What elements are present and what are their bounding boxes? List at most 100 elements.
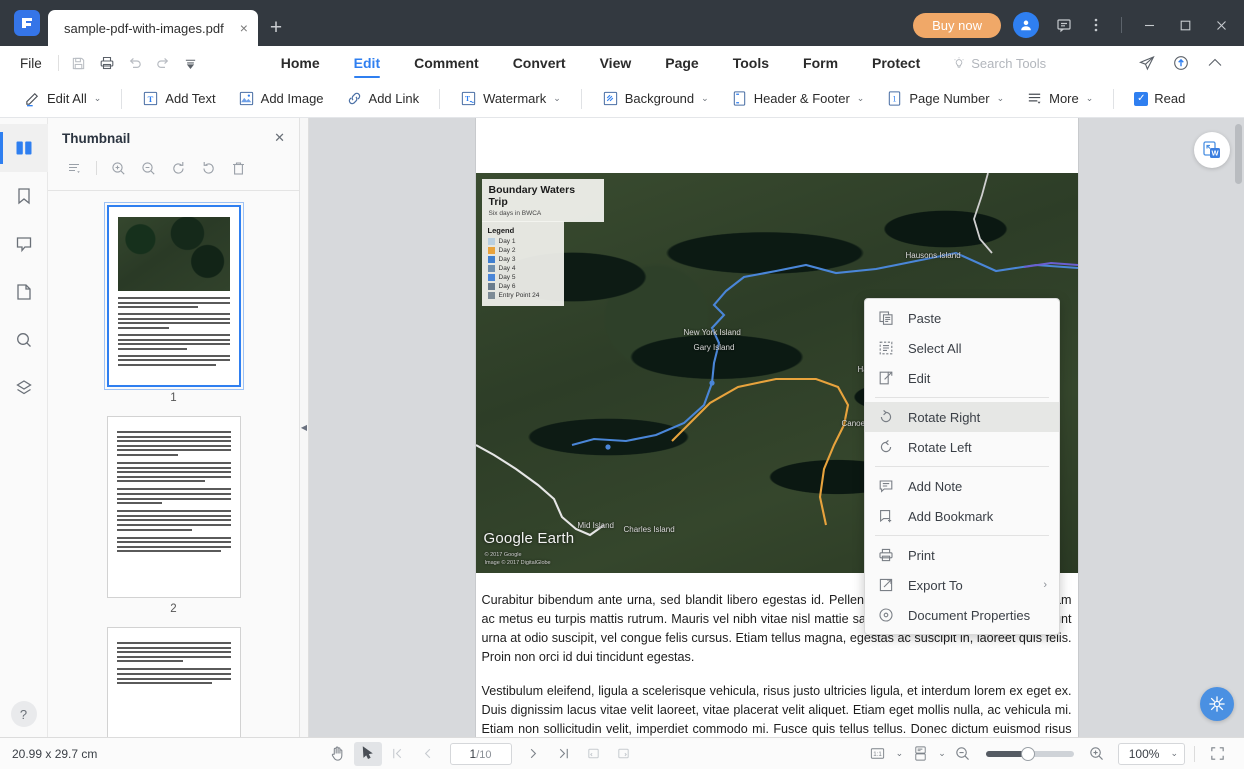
zoom-slider[interactable]: [986, 751, 1074, 757]
context-menu-item-document-properties[interactable]: Document Properties: [865, 600, 1059, 630]
file-menu-button[interactable]: File: [10, 56, 52, 71]
thumbnail-page-2[interactable]: 2: [107, 416, 241, 615]
background-button[interactable]: Background ⌄: [592, 85, 719, 112]
context-menu-item-select-all[interactable]: Select All: [865, 333, 1059, 363]
paragraph-2[interactable]: Vestibulum eleifend, ligula a scelerisqu…: [482, 682, 1072, 737]
account-avatar[interactable]: [1013, 12, 1039, 38]
zoom-level-caret-icon[interactable]: ⌄: [1170, 748, 1178, 759]
new-tab-button[interactable]: +: [258, 17, 294, 46]
context-menu-item-add-bookmark[interactable]: Add Bookmark: [865, 501, 1059, 531]
minimize-button[interactable]: [1132, 12, 1166, 38]
actual-size-caret-icon[interactable]: ⌄: [896, 748, 904, 759]
tab-comment[interactable]: Comment: [398, 49, 495, 77]
page-number-caret-icon[interactable]: ⌄: [997, 93, 1005, 104]
rotate-view-right-button[interactable]: [610, 742, 638, 766]
background-caret-icon[interactable]: ⌄: [701, 93, 709, 104]
ai-assistant-button[interactable]: [1200, 687, 1234, 721]
edit-all-caret-icon[interactable]: ⌄: [94, 93, 102, 104]
add-link-button[interactable]: Add Link: [336, 85, 430, 112]
more-options-icon[interactable]: [1081, 12, 1111, 38]
zoom-slider-handle[interactable]: [1021, 747, 1035, 761]
thumbnail-page-3-preview[interactable]: [107, 627, 241, 737]
page-number-button[interactable]: 1 Page Number ⌄: [876, 85, 1014, 112]
close-window-button[interactable]: [1204, 12, 1238, 38]
tab-tools[interactable]: Tools: [717, 49, 785, 77]
context-menu-item-print[interactable]: Print: [865, 540, 1059, 570]
zoom-level-select[interactable]: 100% ⌄: [1118, 743, 1185, 765]
select-tool-button[interactable]: [354, 742, 382, 766]
add-text-button[interactable]: T Add Text: [132, 85, 225, 112]
document-tab[interactable]: sample-pdf-with-images.pdf ×: [48, 10, 258, 46]
thumbnail-page-3[interactable]: 3: [107, 627, 241, 737]
sidebar-item-attachment[interactable]: [0, 268, 48, 316]
context-menu[interactable]: Paste Select All Edit Rotate Right Rotat…: [864, 298, 1060, 635]
more-button[interactable]: More ⌄: [1016, 85, 1103, 112]
more-caret-icon[interactable]: ⌄: [1086, 93, 1094, 104]
add-image-button[interactable]: Add Image: [228, 85, 334, 112]
watermark-button[interactable]: T Watermark ⌄: [450, 85, 571, 112]
convert-to-word-button[interactable]: W: [1194, 132, 1230, 168]
feedback-icon[interactable]: [1049, 12, 1079, 38]
maximize-button[interactable]: [1168, 12, 1202, 38]
help-button[interactable]: ?: [11, 701, 37, 727]
fullscreen-button[interactable]: [1204, 742, 1232, 766]
quick-access-dropdown-icon[interactable]: [177, 50, 205, 76]
context-menu-item-export-to[interactable]: Export To ›: [865, 570, 1059, 600]
collapse-ribbon-icon[interactable]: [1200, 49, 1230, 77]
vertical-scrollbar[interactable]: [1235, 124, 1242, 184]
zoom-out-button[interactable]: [949, 742, 977, 766]
read-mode-toggle[interactable]: ✓ Read: [1124, 86, 1195, 111]
hand-tool-button[interactable]: [324, 742, 352, 766]
tab-page[interactable]: Page: [649, 49, 714, 77]
header-footer-caret-icon[interactable]: ⌄: [857, 93, 865, 104]
watermark-caret-icon[interactable]: ⌄: [553, 93, 561, 104]
document-viewer[interactable]: Boundary Waters Trip Six days in BWCA Le…: [309, 118, 1244, 737]
thumbnail-page-2-preview[interactable]: [107, 416, 241, 598]
thumbnail-panel-close-icon[interactable]: ✕: [274, 130, 285, 146]
context-menu-item-paste[interactable]: Paste: [865, 303, 1059, 333]
search-tools-box[interactable]: Search Tools: [952, 56, 1046, 71]
cloud-upload-icon[interactable]: [1166, 49, 1196, 77]
tab-form[interactable]: Form: [787, 49, 854, 77]
tab-edit[interactable]: Edit: [338, 49, 396, 77]
tab-home[interactable]: Home: [265, 49, 336, 77]
thumbnail-zoom-in-icon[interactable]: [105, 156, 131, 180]
context-menu-item-edit[interactable]: Edit: [865, 363, 1059, 393]
zoom-in-button[interactable]: [1083, 742, 1111, 766]
thumbnail-rotate-right-icon[interactable]: [195, 156, 221, 180]
thumbnail-delete-icon[interactable]: [225, 156, 251, 180]
header-footer-button[interactable]: Header & Footer ⌄: [721, 85, 875, 112]
share-icon[interactable]: [1132, 49, 1162, 77]
tab-close-icon[interactable]: ×: [224, 21, 248, 35]
first-page-button[interactable]: [384, 742, 412, 766]
page-number-input[interactable]: 1/10: [450, 743, 512, 765]
sidebar-item-thumbnail[interactable]: [0, 124, 48, 172]
thumbnail-page-1-preview[interactable]: [107, 205, 241, 387]
sidebar-item-layers[interactable]: [0, 364, 48, 412]
print-icon[interactable]: [93, 50, 121, 76]
read-checkbox[interactable]: ✓: [1134, 92, 1148, 106]
next-page-button[interactable]: [520, 742, 548, 766]
sidebar-item-search[interactable]: [0, 316, 48, 364]
thumbnail-page-1[interactable]: 1: [107, 205, 241, 404]
sidebar-item-bookmark[interactable]: [0, 172, 48, 220]
thumbnail-list[interactable]: 1: [48, 191, 299, 737]
last-page-button[interactable]: [550, 742, 578, 766]
context-menu-item-rotate-left[interactable]: Rotate Left: [865, 432, 1059, 462]
sidebar-item-comment[interactable]: [0, 220, 48, 268]
buy-now-button[interactable]: Buy now: [913, 13, 1001, 38]
actual-size-button[interactable]: 1:1: [864, 742, 892, 766]
redo-icon[interactable]: [149, 50, 177, 76]
page-layout-button[interactable]: [906, 742, 934, 766]
thumbnail-zoom-out-icon[interactable]: [135, 156, 161, 180]
panel-collapse-handle[interactable]: ◀: [300, 118, 309, 737]
save-icon[interactable]: [65, 50, 93, 76]
tab-protect[interactable]: Protect: [856, 49, 936, 77]
context-menu-item-add-note[interactable]: Add Note: [865, 471, 1059, 501]
previous-page-button[interactable]: [414, 742, 442, 766]
rotate-view-left-button[interactable]: [580, 742, 608, 766]
edit-all-button[interactable]: Edit All ⌄: [14, 85, 111, 112]
thumbnail-list-options-icon[interactable]: [62, 156, 88, 180]
context-menu-item-rotate-right[interactable]: Rotate Right: [865, 402, 1059, 432]
undo-icon[interactable]: [121, 50, 149, 76]
